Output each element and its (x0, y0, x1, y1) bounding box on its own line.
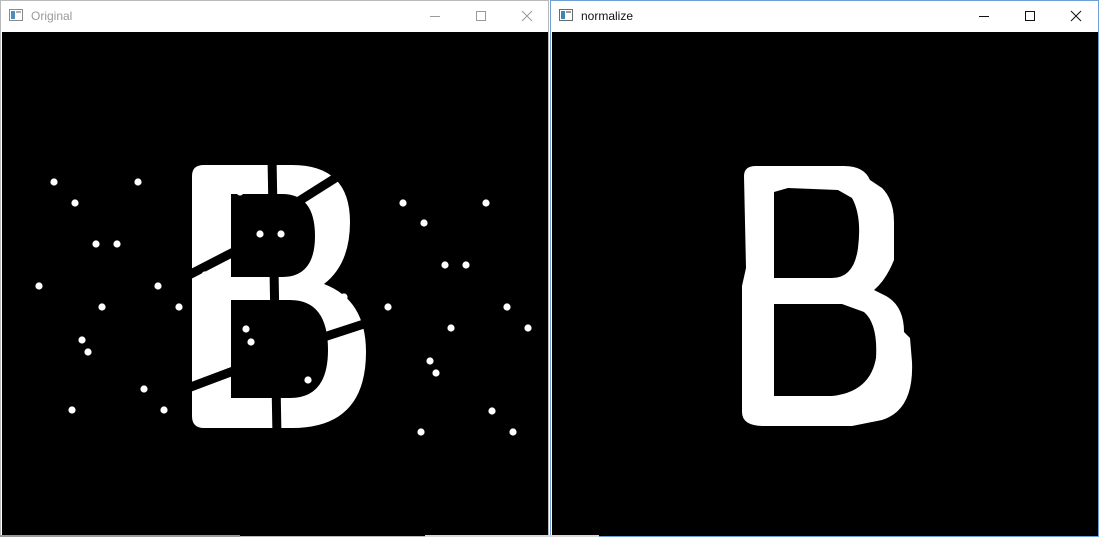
maximize-icon (476, 11, 486, 21)
normalize-window-title: normalize (581, 9, 634, 23)
minimize-icon (979, 16, 989, 17)
normalized-b-shape (742, 166, 913, 426)
maximize-button[interactable] (1007, 1, 1053, 31)
maximize-button[interactable] (458, 1, 504, 31)
close-icon (521, 10, 533, 22)
close-button[interactable] (504, 1, 550, 31)
app-window-icon (559, 9, 573, 21)
normalize-image-canvas (552, 32, 1098, 536)
app-window-icon (9, 9, 23, 21)
original-image (35, 156, 532, 438)
normalize-window[interactable]: normalize (550, 0, 1099, 537)
noise-dots (35, 178, 532, 436)
original-titlebar[interactable]: Original (1, 1, 548, 31)
maximize-icon (1025, 11, 1035, 21)
normalized-image (742, 166, 913, 426)
minimize-button[interactable] (412, 1, 458, 31)
original-image-canvas (2, 32, 548, 536)
normalize-titlebar[interactable]: normalize (551, 1, 1098, 31)
minimize-button[interactable] (961, 1, 1007, 31)
close-button[interactable] (1053, 1, 1099, 31)
original-window-title: Original (31, 9, 73, 23)
minimize-icon (430, 16, 440, 17)
original-window[interactable]: Original (0, 0, 549, 537)
close-icon (1070, 10, 1082, 22)
